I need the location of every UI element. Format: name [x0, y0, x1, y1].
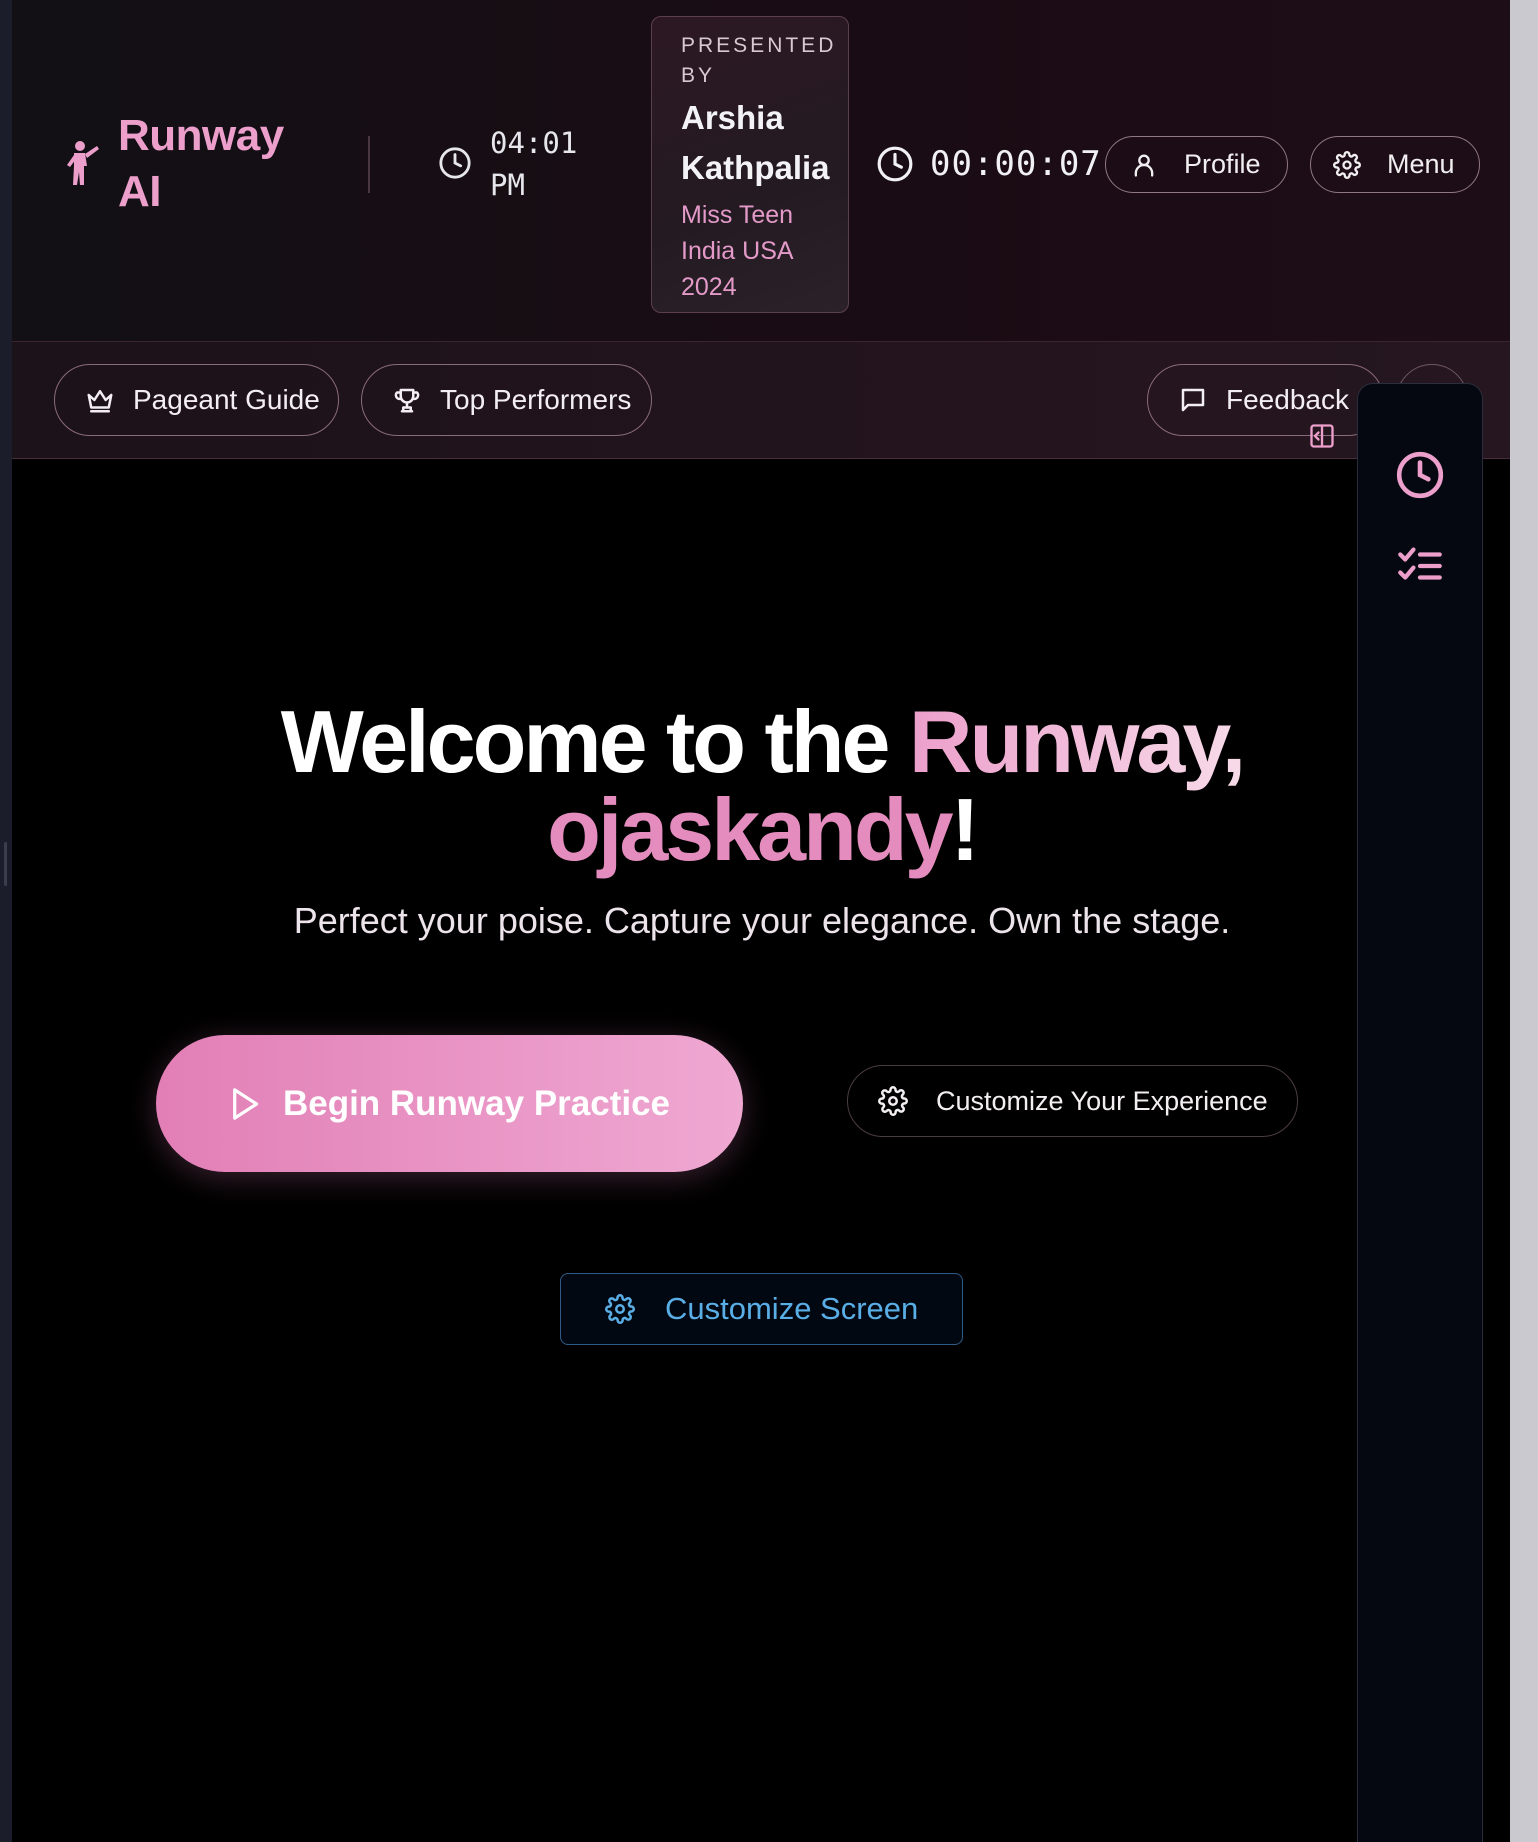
current-time: 04:01 PM [438, 122, 590, 206]
message-square-icon [1181, 388, 1205, 412]
brand[interactable]: Runway AI [60, 108, 308, 220]
secondary-nav: Pageant Guide Top Performers Feedback [12, 342, 1510, 459]
tagline: Perfect your poise. Capture your eleganc… [293, 900, 1231, 941]
user-icon [1134, 154, 1154, 177]
play-icon [233, 1087, 259, 1120]
panel-collapse-icon[interactable] [1308, 422, 1336, 450]
gear-icon [878, 1086, 908, 1116]
headline-username: ojaskandy [547, 780, 953, 879]
profile-label: Profile [1184, 149, 1261, 179]
clock-icon [439, 147, 471, 179]
begin-practice-button[interactable]: Begin Runway Practice [156, 1035, 743, 1172]
customize-experience-button[interactable]: Customize Your Experience [847, 1065, 1298, 1137]
feedback-label: Feedback [1226, 384, 1349, 415]
headline-start: Welcome to the [280, 692, 909, 791]
menu-button[interactable]: Menu [1310, 136, 1480, 193]
clock-text: 04:01 PM [490, 126, 578, 202]
menu-label: Menu [1387, 149, 1455, 179]
checklist-icon[interactable] [1397, 546, 1443, 586]
feedback-button[interactable]: Feedback [1147, 364, 1384, 436]
timer-clock-icon [877, 146, 913, 182]
begin-practice-label: Begin Runway Practice [282, 1083, 671, 1123]
crown-icon [87, 390, 113, 413]
pageant-guide-label: Pageant Guide [133, 384, 320, 415]
headline-exclaim: ! [950, 780, 980, 879]
header-divider [368, 136, 370, 193]
customize-screen-label: Customize Screen [665, 1291, 919, 1326]
resize-grip[interactable] [4, 842, 7, 886]
timer-text: 00:00:07 [930, 144, 1102, 184]
presenter-title: Miss Teen India USA 2024 [681, 201, 794, 301]
top-header: Runway AI 04:01 PM PRESENTED BY Arshia K… [12, 0, 1510, 342]
presenter-name: Arshia Kathpalia [681, 99, 830, 186]
pageant-guide-button[interactable]: Pageant Guide [54, 364, 339, 436]
brand-name: Runway AI [118, 111, 284, 216]
presented-by-label: PRESENTED BY [681, 34, 837, 87]
top-performers-label: Top Performers [440, 384, 632, 415]
customize-experience-label: Customize Your Experience [936, 1085, 1268, 1116]
profile-button[interactable]: Profile [1105, 136, 1288, 193]
runway-walker-icon [67, 141, 99, 185]
presenter-card: PRESENTED BY Arshia Kathpalia Miss Teen … [651, 16, 849, 313]
window-gutter [1510, 0, 1538, 1842]
clock-icon[interactable] [1395, 450, 1445, 500]
tools-sidebar [1357, 383, 1483, 1842]
customize-screen-button[interactable]: Customize Screen [560, 1273, 963, 1345]
welcome-headline: Welcome to the Runway, ojaskandy! [12, 698, 1510, 874]
gear-icon [605, 1294, 635, 1324]
app-window: Runway AI 04:01 PM PRESENTED BY Arshia K… [12, 0, 1510, 1842]
hero-section: Welcome to the Runway, ojaskandy! Perfec… [12, 460, 1342, 1842]
trophy-icon [394, 388, 420, 413]
top-performers-button[interactable]: Top Performers [361, 364, 652, 436]
gear-icon [1333, 150, 1361, 179]
session-timer: 00:00:07 [876, 144, 1102, 184]
headline-accent: Runway, [908, 692, 1246, 791]
